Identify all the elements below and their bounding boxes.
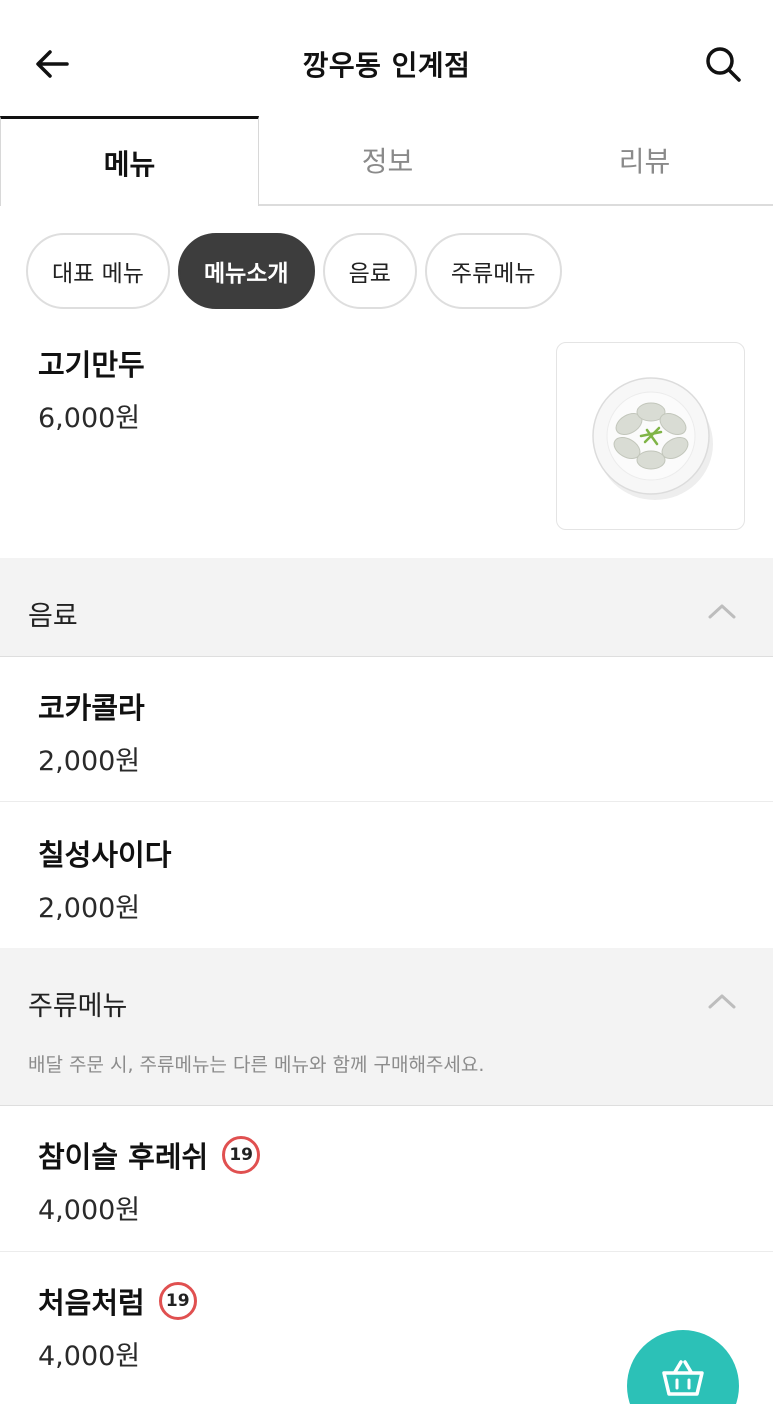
chip-drinks[interactable]: 음료 [322,233,417,309]
section-title: 주류메뉴 [28,991,128,1022]
section-header-alcohol[interactable]: 주류메뉴 배달 주문 시, 주류메뉴는 다른 메뉴와 함께 구매해주세요. [0,948,773,1106]
tab-menu[interactable]: 메뉴 [0,116,259,206]
age-19-badge-icon: 19 [158,1282,197,1320]
menu-item-name: 코카콜라 [38,691,145,725]
tab-reviews[interactable]: 리뷰 [516,116,773,204]
app-header: 깡우동 인계점 [0,0,773,116]
menu-item-coca-cola[interactable]: 코카콜라 2,000원 [0,657,773,802]
menu-item-price: 2,000원 [38,893,141,924]
menu-item-name: 참이슬 후레쉬 19 [38,1134,261,1176]
menu-item-name-text: 처음처럼 [38,1286,145,1320]
search-button[interactable] [701,42,745,86]
menu-item-image[interactable] [556,342,745,530]
menu-item-chilsung-cider[interactable]: 칠성사이다 2,000원 [0,802,773,948]
menu-item-name: 칠성사이다 [38,838,172,872]
chevron-up-icon[interactable] [705,594,739,628]
menu-item-name-text: 참이슬 후레쉬 [38,1140,209,1174]
tab-info[interactable]: 정보 [259,116,516,204]
dumpling-plate-icon [591,377,713,500]
category-chips: 대표 메뉴 메뉴소개 음료 주류메뉴 [26,233,562,309]
menu-item-price: 4,000원 [38,1341,141,1372]
tab-bar: 메뉴 정보 리뷰 [0,116,773,206]
chip-alcohol-menu[interactable]: 주류메뉴 [424,233,562,309]
menu-item-price: 2,000원 [38,746,141,777]
menu-item-name: 고기만두 [38,348,145,382]
section-header-drinks[interactable]: 음료 [0,558,773,657]
page-title: 깡우동 인계점 [302,49,471,82]
chip-featured-menu[interactable]: 대표 메뉴 [26,233,170,309]
menu-item-price: 6,000원 [38,403,141,434]
chip-menu-intro[interactable]: 메뉴소개 [177,233,315,309]
menu-item-chamisul-fresh[interactable]: 참이슬 후레쉬 19 4,000원 [0,1106,773,1252]
menu-item-name: 처음처럼 19 [38,1280,197,1322]
chevron-up-icon[interactable] [705,984,739,1018]
section-note: 배달 주문 시, 주류메뉴는 다른 메뉴와 함께 구매해주세요. [28,1054,485,1076]
menu-item-price: 4,000원 [38,1195,141,1226]
section-title: 음료 [28,601,78,632]
age-19-badge-icon: 19 [222,1136,261,1174]
search-icon [706,47,741,82]
shopping-basket-icon [662,1360,704,1396]
